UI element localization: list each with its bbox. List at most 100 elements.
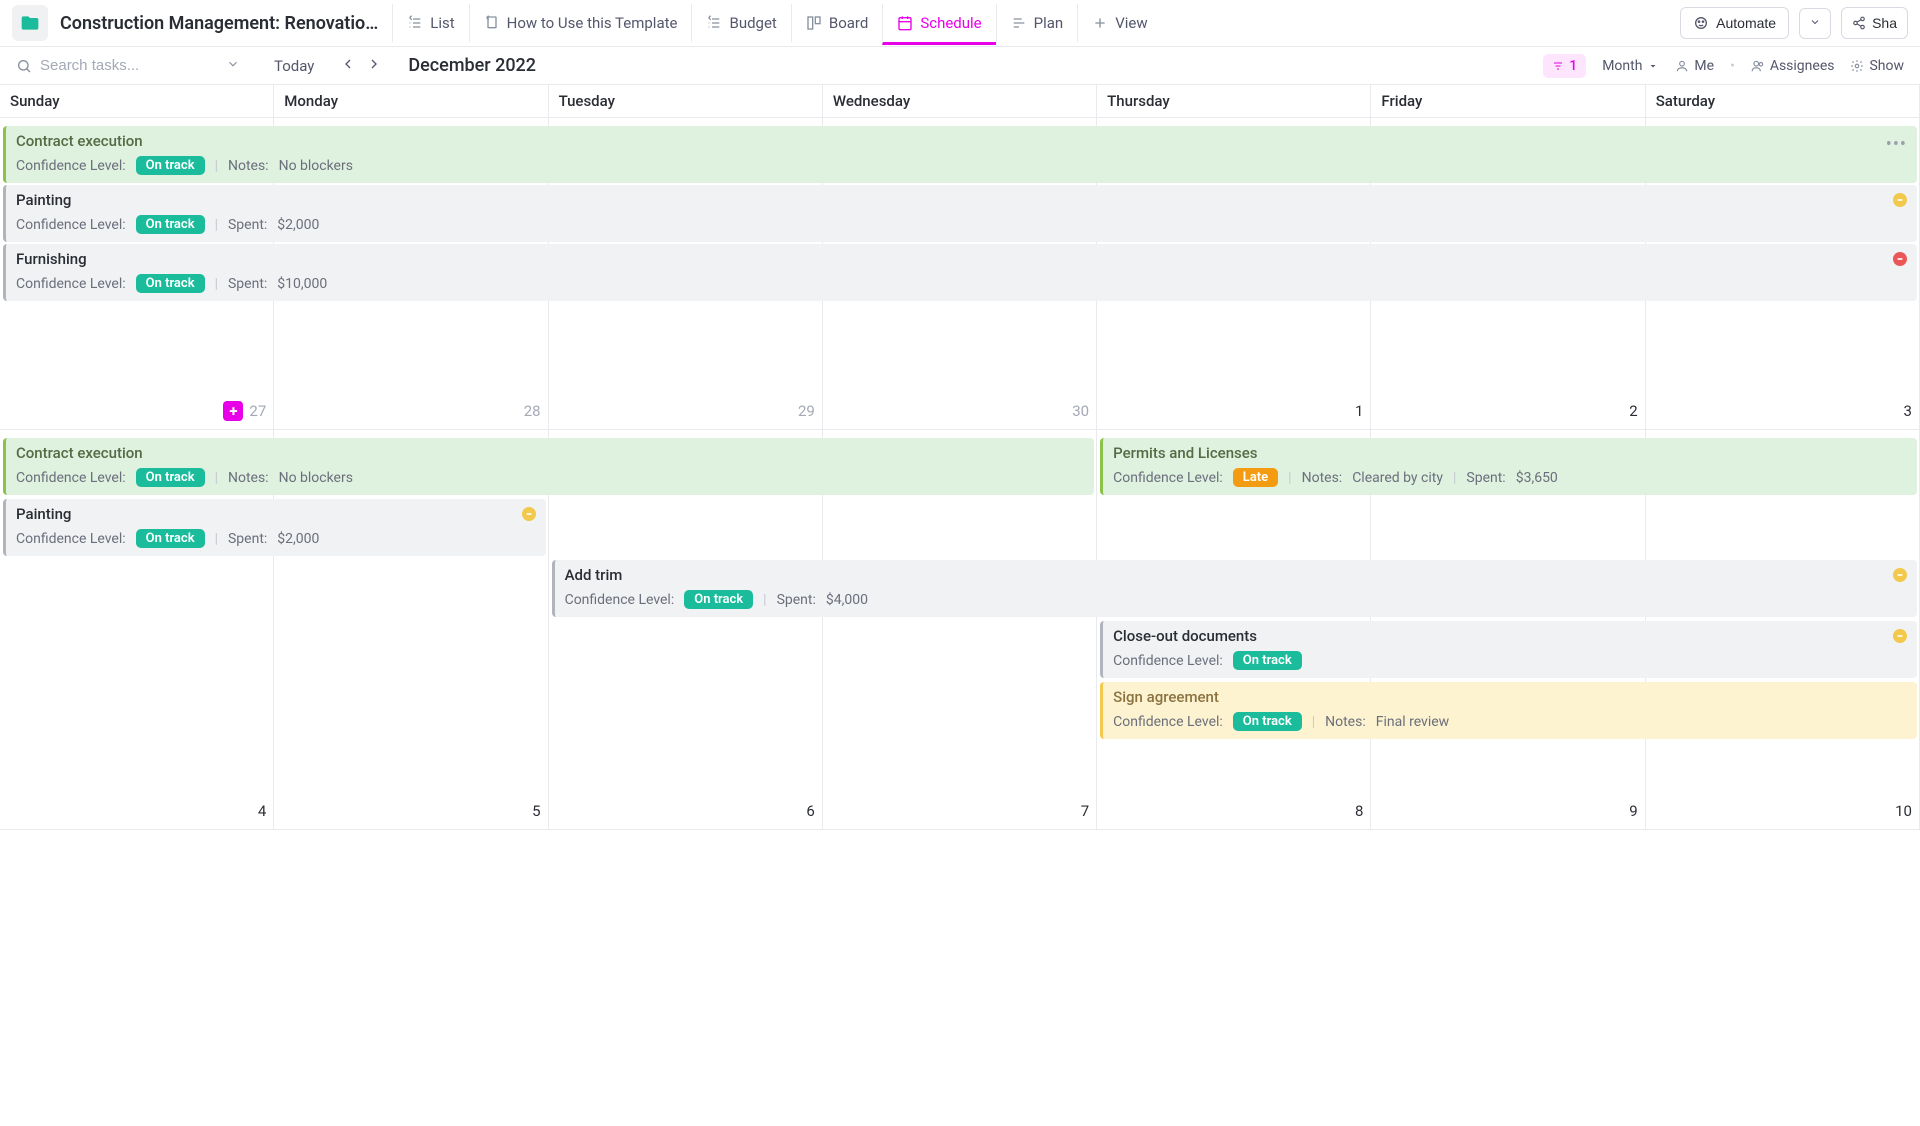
spent-label: Spent: — [228, 531, 267, 547]
tab-list[interactable]: List — [392, 4, 468, 42]
calendar-row: Contract execution Confidence Level: On … — [0, 430, 1920, 830]
tab-schedule[interactable]: Schedule — [882, 4, 995, 45]
top-nav: Construction Management: Renovatio… List… — [0, 0, 1920, 47]
status-badge: On track — [136, 156, 205, 175]
status-badge: On track — [136, 529, 205, 548]
confidence-label: Confidence Level: — [16, 531, 126, 547]
show-label: Show — [1869, 58, 1904, 74]
folder-icon[interactable] — [12, 5, 48, 41]
spent-label: Spent: — [777, 592, 816, 608]
date-cell[interactable]: 5 — [274, 797, 548, 825]
event-painting[interactable]: Painting Confidence Level: On track | Sp… — [3, 185, 1917, 242]
spent-label: Spent: — [228, 217, 267, 233]
notes-value: No blockers — [279, 470, 353, 486]
event-menu-icon[interactable]: ••• — [1886, 134, 1907, 155]
notes-label: Notes: — [1302, 470, 1343, 486]
status-badge: On track — [136, 215, 205, 234]
calendar-body: ••• Contract execution Confidence Level:… — [0, 118, 1920, 830]
confidence-label: Confidence Level: — [16, 217, 126, 233]
date-cell[interactable]: 7 — [823, 797, 1097, 825]
assignees-label: Assignees — [1770, 58, 1835, 74]
search-wrap — [16, 57, 240, 75]
status-circle-icon — [1893, 252, 1907, 266]
tab-board[interactable]: Board — [791, 4, 882, 42]
event-add-trim[interactable]: Add trim Confidence Level: On track | Sp… — [552, 560, 1917, 617]
spent-value: $4,000 — [826, 592, 868, 608]
tab-label: Schedule — [920, 14, 981, 32]
notes-value: Cleared by city — [1352, 470, 1443, 486]
event-contract-execution[interactable]: ••• Contract execution Confidence Level:… — [3, 126, 1917, 183]
tab-label: How to Use this Template — [507, 14, 678, 32]
notes-label: Notes: — [228, 158, 269, 174]
tab-howto[interactable]: How to Use this Template — [469, 4, 692, 42]
share-button[interactable]: Sha — [1841, 7, 1908, 39]
date-cell[interactable]: 28 — [274, 397, 548, 425]
add-task-icon[interactable]: + — [223, 401, 243, 421]
date-cell[interactable]: 2 — [1371, 397, 1645, 425]
day-header: Friday — [1371, 85, 1645, 117]
filter-pill[interactable]: 1 — [1543, 54, 1586, 78]
tab-label: List — [430, 14, 454, 32]
view-mode-selector[interactable]: Month — [1602, 58, 1659, 74]
assignees-filter[interactable]: Assignees — [1751, 58, 1835, 74]
tab-budget[interactable]: Budget — [691, 4, 790, 42]
page-title[interactable]: Construction Management: Renovatio… — [60, 13, 378, 34]
event-title: Contract execution — [16, 444, 1084, 462]
date-number: 30 — [1072, 402, 1089, 420]
event-sign-agreement[interactable]: Sign agreement Confidence Level: On trac… — [1100, 682, 1917, 739]
today-button[interactable]: Today — [274, 57, 314, 75]
date-number: 1 — [1355, 402, 1363, 420]
day-header: Wednesday — [823, 85, 1097, 117]
search-dropdown[interactable] — [226, 57, 240, 75]
date-cell[interactable]: 3 — [1646, 397, 1920, 425]
notes-value: Final review — [1376, 714, 1449, 730]
calendar-row: ••• Contract execution Confidence Level:… — [0, 118, 1920, 430]
subbar-right: 1 Month Me • Assignees Show — [1543, 54, 1904, 78]
automate-dropdown[interactable] — [1799, 8, 1831, 39]
date-cell[interactable]: 8 — [1097, 797, 1371, 825]
search-icon — [16, 58, 32, 74]
nav-tabs: List How to Use this Template Budget Boa… — [392, 4, 1161, 42]
status-badge: On track — [684, 590, 753, 609]
notes-value: No blockers — [279, 158, 353, 174]
tab-add-view[interactable]: View — [1077, 4, 1161, 42]
day-header: Saturday — [1646, 85, 1920, 117]
confidence-label: Confidence Level: — [1113, 714, 1223, 730]
search-input[interactable] — [40, 57, 210, 74]
date-number: 2 — [1629, 402, 1637, 420]
date-number: 9 — [1629, 802, 1637, 820]
event-painting[interactable]: Painting Confidence Level: On track | Sp… — [3, 499, 546, 556]
status-circle-icon — [522, 507, 536, 521]
date-cell[interactable]: 10 — [1646, 797, 1920, 825]
date-cell[interactable]: 6 — [549, 797, 823, 825]
month-nav — [340, 56, 382, 76]
event-title: Painting — [16, 505, 536, 523]
event-contract-execution[interactable]: Contract execution Confidence Level: On … — [3, 438, 1094, 495]
date-cell[interactable]: 29 — [549, 397, 823, 425]
show-settings[interactable]: Show — [1850, 58, 1904, 74]
month-title: December 2022 — [408, 55, 536, 76]
event-title: Painting — [16, 191, 1907, 209]
event-permits[interactable]: Permits and Licenses Confidence Level: L… — [1100, 438, 1917, 495]
me-filter[interactable]: Me — [1675, 58, 1714, 74]
date-number: 8 — [1355, 802, 1363, 820]
date-cell[interactable]: 4 — [0, 797, 274, 825]
date-cell[interactable]: 1 — [1097, 397, 1371, 425]
confidence-label: Confidence Level: — [1113, 470, 1223, 486]
prev-month[interactable] — [340, 56, 356, 76]
automate-button[interactable]: Automate — [1680, 7, 1789, 39]
tab-plan[interactable]: Plan — [996, 4, 1078, 42]
date-cell[interactable]: 9 — [1371, 797, 1645, 825]
event-title: Permits and Licenses — [1113, 444, 1907, 462]
date-cell[interactable]: 30 — [823, 397, 1097, 425]
spent-value: $10,000 — [277, 276, 327, 292]
date-cell[interactable]: + 27 — [0, 397, 274, 425]
spent-value: $3,650 — [1516, 470, 1558, 486]
event-furnishing[interactable]: Furnishing Confidence Level: On track | … — [3, 244, 1917, 301]
calendar-day-header: Sunday Monday Tuesday Wednesday Thursday… — [0, 85, 1920, 118]
event-title: Sign agreement — [1113, 688, 1907, 706]
next-month[interactable] — [366, 56, 382, 76]
event-closeout[interactable]: Close-out documents Confidence Level: On… — [1100, 621, 1917, 678]
date-number: 27 — [249, 402, 266, 420]
date-number: 29 — [798, 402, 815, 420]
